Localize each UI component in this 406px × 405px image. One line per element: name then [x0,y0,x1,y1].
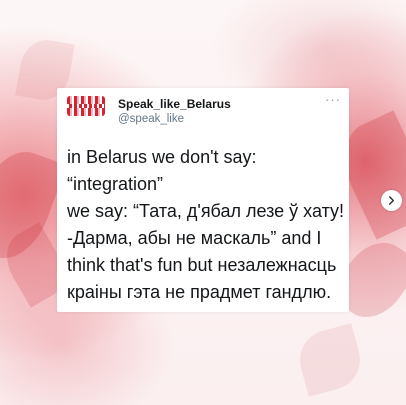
user-handle[interactable]: @speak_like [118,113,184,125]
more-options-icon[interactable]: ··· [325,92,341,107]
decorative-leaf [293,323,367,397]
display-name[interactable]: Speak_like_Belarus [118,97,231,111]
next-slide-button[interactable] [381,190,402,211]
tweet-card[interactable]: Speak_like_Belarus @speak_like ··· in Be… [57,88,349,312]
chevron-right-icon [388,196,395,205]
tweet-text: in Belarus we don't say: “integration” w… [67,147,345,302]
avatar[interactable] [67,96,105,116]
